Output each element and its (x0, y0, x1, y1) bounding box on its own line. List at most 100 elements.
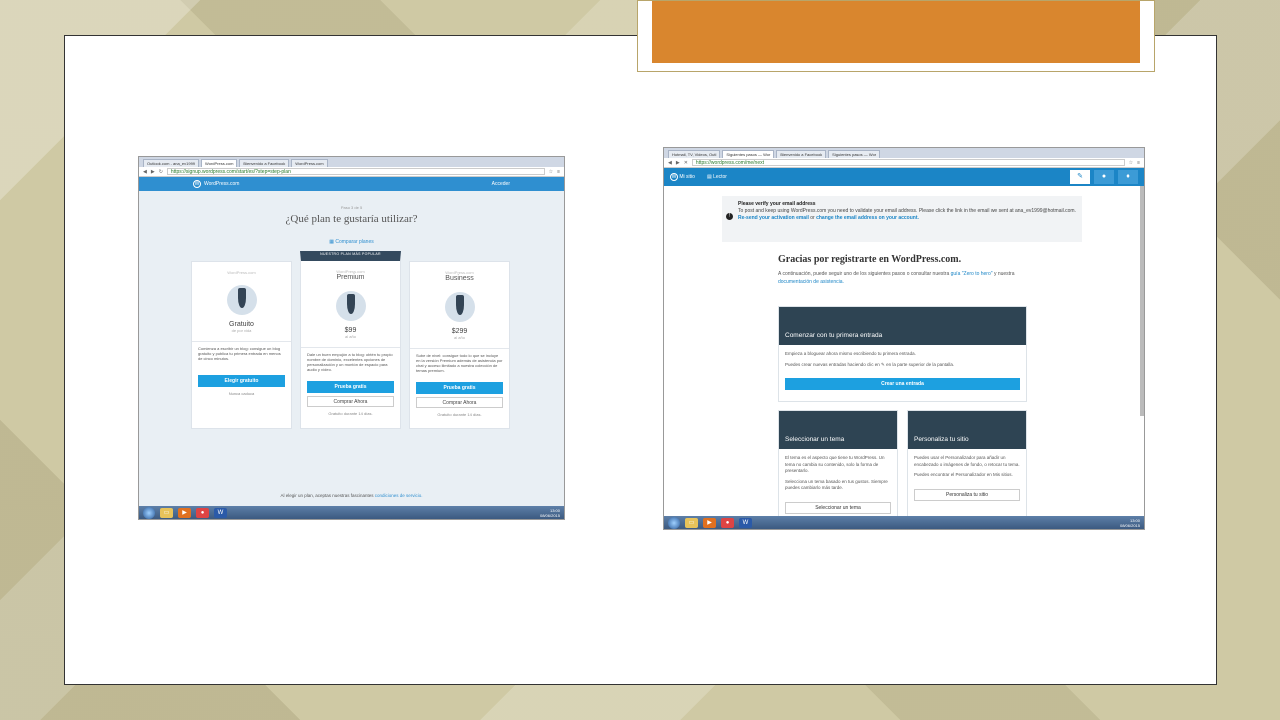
browser-tab[interactable]: Siguientes pasos — Wor (722, 150, 775, 158)
browser-tabs: Outlook.com - ana_ev1999 WordPress.com B… (139, 157, 564, 167)
plan-brand: WordPress.com (227, 270, 256, 275)
step-indicator: Paso 3 de 5 (340, 205, 363, 210)
browser-tab[interactable]: Siguientes pasos — Wor (828, 150, 881, 158)
pen-icon (335, 291, 366, 321)
create-post-button[interactable]: Crear una entrada (785, 378, 1020, 390)
card-text: Selecciona un tema basado en tus gustos.… (785, 478, 888, 491)
wordpress-logo-icon: W (193, 180, 201, 188)
star-icon[interactable]: ☆ (549, 169, 553, 175)
plan-name: Business (445, 275, 474, 282)
resend-activation-link[interactable]: Re-send your activation email (738, 215, 809, 221)
browser-tab[interactable]: WordPress.com (201, 159, 238, 167)
alert-icon: ! (726, 213, 733, 220)
plan-list: WordPress.com Gratuito de por vida Comie… (191, 251, 510, 429)
plan-price: $99 (344, 327, 357, 334)
menu-icon[interactable]: ≡ (557, 169, 560, 175)
plan-note: Gratuito durante 14 días. (437, 412, 482, 417)
scrollbar[interactable] (1140, 186, 1144, 416)
plan-price: Gratuito (229, 321, 254, 328)
chrome-icon[interactable]: ● (196, 507, 209, 518)
plan-note: Gratuito durante 14 días. (328, 411, 373, 416)
star-icon[interactable]: ☆ (1129, 160, 1133, 166)
notice-or: or (810, 215, 815, 221)
select-theme-button[interactable]: Seleccionar un tema (785, 501, 891, 514)
plan-name: Premium (336, 274, 365, 281)
pen-icon (226, 285, 257, 315)
start-button-icon[interactable] (143, 506, 155, 519)
card-text: Puedes usar el Personalizador para añadi… (914, 455, 1020, 467)
url-field[interactable]: https://wordpress.com/me/next (691, 159, 1125, 166)
intro-and: y nuestra (993, 271, 1015, 277)
popular-badge: NUESTRO PLAN MÁS POPULAR (320, 252, 381, 256)
my-site-link[interactable]: W Mi sitio (670, 173, 695, 181)
word-icon[interactable]: W (739, 517, 752, 528)
brand-name: WordPress.com (204, 181, 240, 187)
business-trial-button[interactable]: Prueba gratis (416, 382, 503, 394)
reader-link[interactable]: ▤ Lector (707, 174, 727, 180)
address-bar: ◀ ▶ ↻ https://signup.wordpress.com/start… (139, 167, 564, 177)
menu-icon[interactable]: ≡ (1137, 160, 1140, 166)
intro-text: A continuación, puede seguir uno de los … (778, 270, 1028, 286)
card-text: Empieza a bloguear ahora mismo escribien… (785, 351, 916, 356)
plan-card-free: WordPress.com Gratuito de por vida Comie… (191, 261, 292, 429)
url-field[interactable]: https://signup.wordpress.com/start/es/?s… (166, 168, 545, 175)
card-title: Personaliza tu sitio (908, 411, 1026, 449)
login-link[interactable]: Acceder (492, 181, 510, 187)
choose-free-button[interactable]: Elegir gratuito (198, 375, 285, 387)
notifications-icon[interactable]: ♦ (1118, 170, 1138, 184)
media-player-icon[interactable]: ▶ (178, 507, 191, 518)
folder-icon[interactable]: ▭ (685, 517, 698, 528)
start-button-icon[interactable] (668, 516, 680, 529)
card-text: El tema es el aspecto que tiene tu WordP… (785, 455, 885, 473)
page-title: ¿Qué plan te gustaría utilizar? (285, 213, 418, 225)
windows-taskbar: ▭ ▶ ● W 13:00 08/06/2015 (664, 516, 1144, 529)
select-theme-card: Seleccionar un tema El tema es el aspect… (778, 410, 898, 529)
folder-icon[interactable]: ▭ (160, 507, 173, 518)
avatar-icon[interactable]: ● (1094, 170, 1114, 184)
first-post-card: Comenzar con tu primera entrada Empieza … (778, 306, 1027, 402)
reload-icon[interactable]: ↻ (159, 169, 163, 175)
title-bar (652, 1, 1140, 63)
word-icon[interactable]: W (214, 507, 227, 518)
compare-plans-link[interactable]: ▦ Comparar planes (139, 239, 564, 245)
screenshot-plan-selection: Outlook.com - ana_ev1999 WordPress.com B… (138, 156, 565, 520)
browser-tab[interactable]: Bienvenido a Facebook (239, 159, 290, 167)
browser-tabs: Hotmail, TV, Videos, Outl Siguientes pas… (664, 148, 1144, 158)
plan-description: Dale un buen empujón a tu blog: obtén tu… (301, 347, 400, 381)
forward-arrow-icon[interactable]: ▶ (151, 169, 155, 175)
customize-site-button[interactable]: Personaliza tu sitio (914, 488, 1020, 501)
zero-to-hero-link[interactable]: guía "Zero to hero" (951, 271, 993, 277)
media-player-icon[interactable]: ▶ (703, 517, 716, 528)
business-buy-button[interactable]: Comprar Ahora (416, 397, 503, 408)
plan-note: Nunca caduca (228, 391, 255, 396)
close-icon[interactable]: ✕ (684, 160, 688, 166)
premium-buy-button[interactable]: Comprar Ahora (307, 396, 394, 407)
terms-link[interactable]: condiciones de servicio. (375, 493, 423, 498)
write-post-icon[interactable]: ✎ (1070, 170, 1090, 184)
card-title: Comenzar con tu primera entrada (779, 307, 1026, 345)
browser-tab[interactable]: Hotmail, TV, Videos, Outl (668, 150, 721, 158)
wordpress-header: W WordPress.com Acceder (139, 177, 564, 191)
change-email-link[interactable]: change the email address on your account… (816, 215, 919, 221)
plan-period: al año (454, 335, 465, 340)
plan-description: Sube de nivel: consigue todo lo que se i… (410, 348, 509, 382)
browser-tab[interactable]: Outlook.com - ana_ev1999 (143, 159, 200, 167)
support-docs-link[interactable]: documentación de asistencia. (778, 279, 844, 285)
browser-tab[interactable]: Bienvenido a Facebook (776, 150, 827, 158)
terms-text: Al elegir un plan, aceptas nuestras fasc… (139, 493, 564, 498)
back-arrow-icon[interactable]: ◀ (143, 169, 147, 175)
plan-period: al año (345, 334, 356, 339)
intro-prefix: A continuación, puede seguir uno de los … (778, 271, 950, 277)
next-steps-page: ! Please verify your email address To po… (664, 186, 1144, 529)
plan-period: de por vida (231, 328, 252, 333)
back-arrow-icon[interactable]: ◀ (668, 160, 672, 166)
reader-icon: ▤ (706, 174, 712, 180)
browser-tab[interactable]: WordPress.com (291, 159, 328, 167)
forward-arrow-icon[interactable]: ▶ (676, 160, 680, 166)
notice-title: Please verify your email address (738, 201, 816, 207)
customize-site-card: Personaliza tu sitio Puedes usar el Pers… (907, 410, 1027, 529)
page-title: Gracias por registrarte en WordPress.com… (778, 254, 962, 265)
verify-email-notice: ! Please verify your email address To po… (722, 196, 1082, 242)
chrome-icon[interactable]: ● (721, 517, 734, 528)
premium-trial-button[interactable]: Prueba gratis (307, 381, 394, 393)
